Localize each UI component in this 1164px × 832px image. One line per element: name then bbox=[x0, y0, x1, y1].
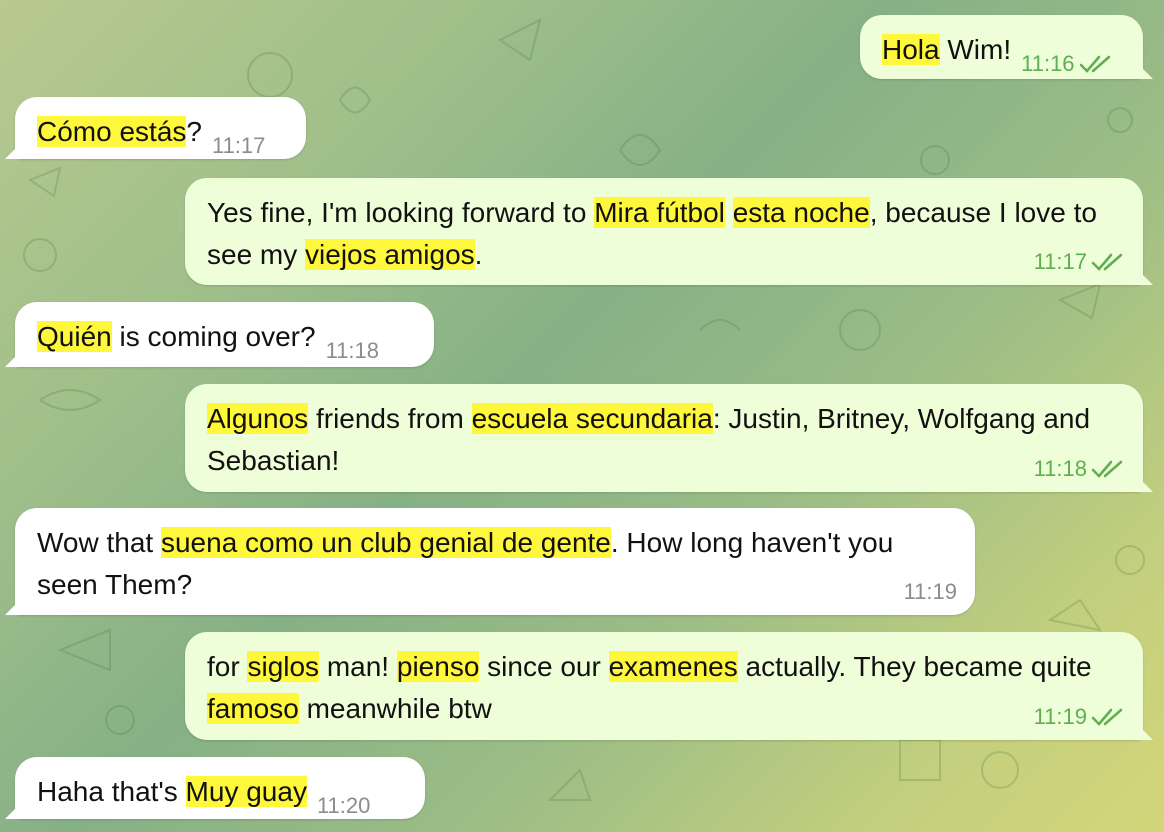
text-segment: Haha that's bbox=[37, 776, 186, 807]
message-text: Hola Wim! bbox=[882, 34, 1011, 65]
message-meta: 11:17 bbox=[1034, 251, 1125, 273]
double-check-read-icon bbox=[1091, 459, 1125, 479]
text-segment: man! bbox=[319, 651, 397, 682]
text-segment: meanwhile btw bbox=[298, 693, 492, 724]
highlighted-phrase: examenes bbox=[608, 651, 738, 682]
text-segment: Wim! bbox=[939, 34, 1012, 65]
highlighted-phrase: suena como un club genial de gente bbox=[160, 527, 611, 558]
highlighted-phrase: Quién bbox=[37, 321, 112, 352]
text-segment: ? bbox=[186, 116, 202, 147]
highlighted-phrase: Algunos bbox=[207, 403, 309, 434]
text-segment: friends from bbox=[308, 403, 472, 434]
message-text: Cómo estás? bbox=[37, 116, 202, 147]
highlighted-phrase: esta noche bbox=[732, 197, 870, 228]
message-timestamp: 11:20 bbox=[316, 793, 371, 818]
message-meta: 11:18 bbox=[326, 340, 379, 362]
highlighted-phrase: Mira fútbol bbox=[594, 197, 725, 228]
text-segment: Wow that bbox=[37, 527, 161, 558]
message-timestamp: 11:19 bbox=[1033, 704, 1087, 729]
outgoing-message-bubble[interactable]: Yes fine, I'm looking forward to Mira fú… bbox=[185, 178, 1143, 285]
message-meta: 11:20 bbox=[317, 795, 370, 817]
message-meta: 11:19 bbox=[1034, 706, 1125, 728]
text-segment: since our bbox=[479, 651, 609, 682]
text-segment: for bbox=[207, 651, 248, 682]
message-text: Haha that's Muy guay bbox=[37, 776, 307, 807]
message-text: for siglos man! pienso since our examene… bbox=[207, 651, 1092, 724]
message-meta: 11:17 bbox=[212, 135, 265, 157]
message-timestamp: 11:16 bbox=[1021, 51, 1075, 76]
message-text: Algunos friends from escuela secundaria:… bbox=[207, 403, 1090, 476]
message-meta: 11:18 bbox=[1034, 458, 1125, 480]
outgoing-message-bubble[interactable]: for siglos man! pienso since our examene… bbox=[185, 632, 1143, 740]
highlighted-phrase: Hola bbox=[882, 34, 940, 65]
message-timestamp: 11:19 bbox=[903, 579, 957, 604]
incoming-message-bubble[interactable]: Haha that's Muy guay 11:20 bbox=[15, 757, 425, 819]
highlighted-phrase: viejos amigos bbox=[305, 239, 475, 270]
outgoing-message-bubble[interactable]: Hola Wim! 11:16 bbox=[860, 15, 1143, 79]
message-text: Yes fine, I'm looking forward to Mira fú… bbox=[207, 197, 1097, 270]
message-text: Quién is coming over? bbox=[37, 321, 316, 352]
chat-message-list[interactable]: Hola Wim! 11:16 Cómo estás? 11:17 Yes fine, … bbox=[0, 0, 1164, 832]
highlighted-phrase: Muy guay bbox=[185, 776, 307, 807]
message-timestamp: 11:17 bbox=[211, 133, 266, 158]
incoming-message-bubble[interactable]: Quién is coming over? 11:18 bbox=[15, 302, 434, 367]
outgoing-message-bubble[interactable]: Algunos friends from escuela secundaria:… bbox=[185, 384, 1143, 492]
text-segment: is coming over? bbox=[111, 321, 316, 352]
text-segment: actually. They became quite bbox=[737, 651, 1092, 682]
text-segment: Yes fine, I'm looking forward to bbox=[207, 197, 595, 228]
message-timestamp: 11:17 bbox=[1033, 249, 1087, 274]
highlighted-phrase: pienso bbox=[396, 651, 480, 682]
text-segment: . bbox=[474, 239, 483, 270]
message-text: Wow that suena como un club genial de ge… bbox=[37, 527, 893, 600]
message-meta: 11:16 bbox=[1021, 53, 1112, 75]
highlighted-phrase: escuela secundaria bbox=[471, 403, 713, 434]
highlighted-phrase: siglos bbox=[247, 651, 320, 682]
double-check-read-icon bbox=[1091, 252, 1125, 272]
incoming-message-bubble[interactable]: Wow that suena como un club genial de ge… bbox=[15, 508, 975, 615]
highlighted-phrase: famoso bbox=[207, 693, 299, 724]
text-segment bbox=[725, 197, 733, 228]
message-meta: 11:19 bbox=[904, 581, 957, 603]
double-check-read-icon bbox=[1079, 54, 1113, 74]
double-check-read-icon bbox=[1091, 707, 1125, 727]
message-timestamp: 11:18 bbox=[325, 338, 380, 363]
message-timestamp: 11:18 bbox=[1033, 456, 1087, 481]
highlighted-phrase: Cómo estás bbox=[37, 116, 187, 147]
incoming-message-bubble[interactable]: Cómo estás? 11:17 bbox=[15, 97, 306, 159]
